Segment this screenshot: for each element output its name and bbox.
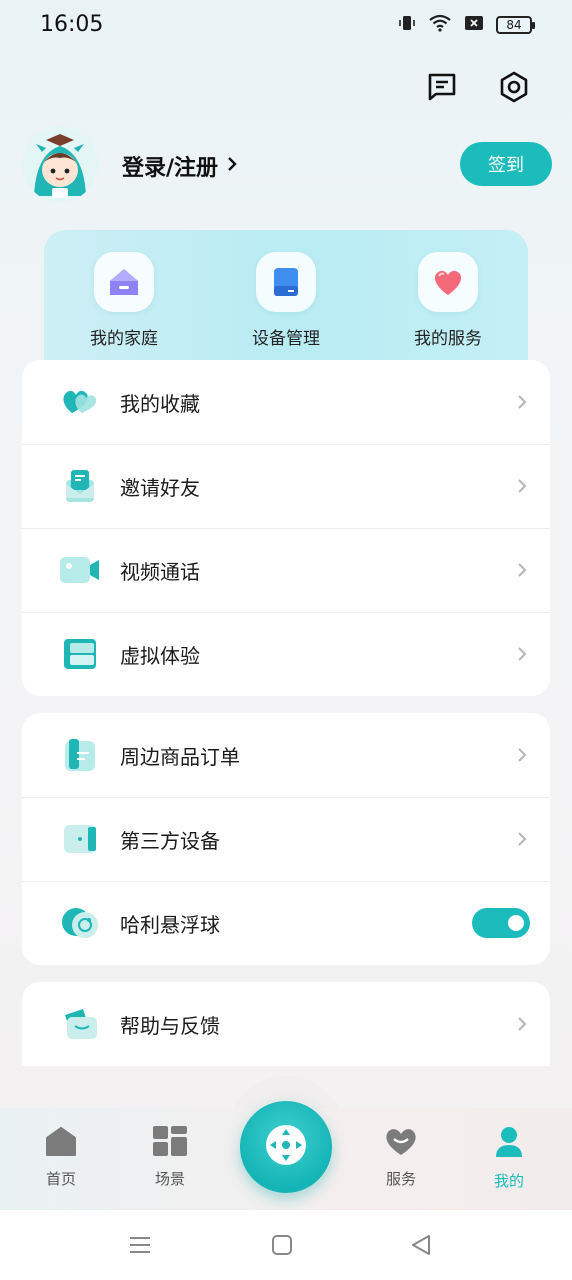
menu-item-label: 帮助与反馈 [120,1013,220,1038]
menu-group-2: 周边商品订单 第三方设备 哈利悬浮球 [22,713,550,965]
heart-icon [418,252,478,312]
chevron-right-icon [518,1017,527,1031]
message-icon[interactable] [426,70,458,104]
header-actions [426,70,530,104]
center-control-button[interactable] [240,1101,332,1193]
chevron-right-icon [518,395,527,409]
chevron-right-icon [226,154,238,179]
menu-item-label: 周边商品订单 [120,744,240,769]
chevron-right-icon [518,832,527,846]
tab-label: 服务 [385,1170,416,1188]
menu-item-label: 哈利悬浮球 [120,912,220,937]
invite-icon [60,466,100,506]
quick-action-label: 我的家庭 [90,329,158,349]
menu-item-label: 第三方设备 [120,828,220,853]
tab-home[interactable]: 首页 [21,1126,101,1189]
login-register-label: 登录/注册 [122,156,219,181]
settings-icon[interactable] [498,70,530,104]
favorite-icon [60,382,100,422]
menu-item-label: 我的收藏 [120,391,200,416]
menu-item-invite-friends[interactable]: 邀请好友 [22,444,550,528]
menu-group-3: 帮助与反馈 [22,982,550,1066]
floating-ball-toggle[interactable] [472,908,530,938]
menu-icon[interactable] [129,1234,151,1260]
third-party-device-icon [60,819,100,859]
status-bar: 16:05 84 [0,0,572,52]
tab-service[interactable]: 服务 [361,1126,441,1189]
menu-item-help-feedback[interactable]: 帮助与反馈 [22,982,550,1066]
profile-tab-icon [495,1126,523,1162]
status-icons: 84 [398,14,535,36]
quick-action-label: 设备管理 [252,329,320,349]
wifi-icon [428,14,452,36]
checkin-button[interactable]: 签到 [460,142,552,186]
home-icon [94,252,154,312]
tab-label: 首页 [45,1170,76,1188]
avatar[interactable] [22,126,98,202]
back-triangle-icon[interactable] [410,1234,432,1260]
floating-ball-icon [60,903,100,943]
scene-tab-icon [153,1126,187,1160]
menu-item-favorites[interactable]: 我的收藏 [22,360,550,444]
menu-item-virtual-experience[interactable]: 虚拟体验 [22,612,550,696]
video-call-icon [60,550,100,590]
tab-label: 场景 [154,1170,185,1188]
quick-action-label: 我的服务 [414,329,482,349]
status-time: 16:05 [40,12,104,37]
chevron-right-icon [518,563,527,577]
no-sim-icon [464,14,484,36]
direction-pad-icon [264,1123,308,1171]
system-nav-bar [0,1210,572,1280]
quick-actions-card: 我的家庭 设备管理 我的服务 [44,230,528,370]
chevron-right-icon [518,748,527,762]
menu-item-label: 邀请好友 [120,475,200,500]
vibrate-icon [398,14,416,36]
menu-group-1: 我的收藏 邀请好友 视频通话 虚拟体验 [22,360,550,696]
quick-action-my-service[interactable]: 我的服务 [388,252,508,349]
login-register-link[interactable]: 登录/注册 [122,150,238,182]
profile-section: 登录/注册 签到 [22,126,552,204]
chevron-right-icon [518,479,527,493]
menu-item-floating-ball: 哈利悬浮球 [22,881,550,965]
service-tab-icon [383,1126,419,1160]
chevron-right-icon [518,647,527,661]
tab-profile[interactable]: 我的 [469,1126,549,1191]
battery-indicator: 84 [496,16,535,34]
menu-item-label: 虚拟体验 [120,643,200,668]
help-feedback-icon [60,1004,100,1044]
device-icon [256,252,316,312]
menu-item-merch-orders[interactable]: 周边商品订单 [22,713,550,797]
menu-item-label: 视频通话 [120,559,200,584]
tab-scene[interactable]: 场景 [130,1126,210,1189]
tab-label: 我的 [493,1172,524,1190]
home-tab-icon [45,1126,77,1160]
home-square-icon[interactable] [271,1234,293,1260]
quick-action-device-management[interactable]: 设备管理 [226,252,346,349]
order-icon [60,735,100,775]
quick-action-my-family[interactable]: 我的家庭 [64,252,184,349]
menu-item-video-call[interactable]: 视频通话 [22,528,550,612]
menu-item-third-party-devices[interactable]: 第三方设备 [22,797,550,881]
virtual-experience-icon [60,634,100,674]
